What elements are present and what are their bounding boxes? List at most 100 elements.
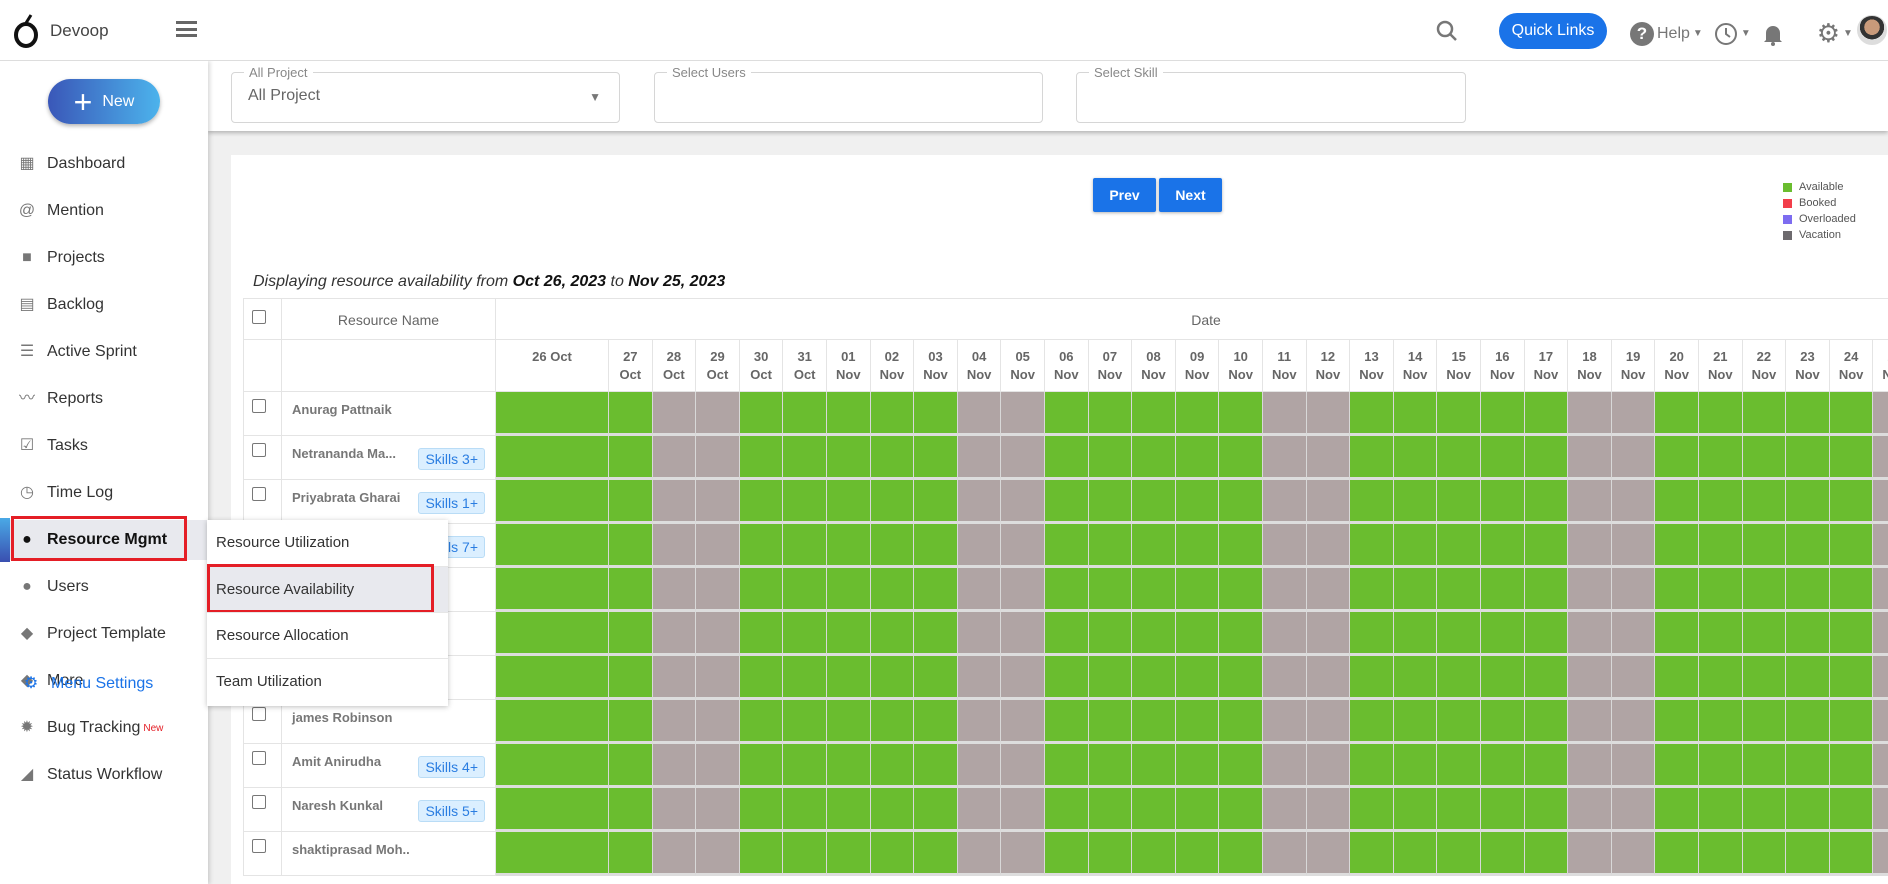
available-cell[interactable] (914, 436, 958, 480)
available-cell[interactable] (1045, 568, 1089, 612)
available-cell[interactable] (1175, 436, 1220, 480)
resource-name[interactable]: Netrananda Ma... (292, 446, 396, 461)
available-cell[interactable] (609, 392, 653, 436)
available-cell[interactable] (1481, 700, 1525, 744)
non-working-cell[interactable] (1263, 700, 1307, 744)
sidebar-item-reports[interactable]: 〰 Reports (0, 379, 208, 419)
available-cell[interactable] (1481, 480, 1525, 524)
menu-settings[interactable]: ⚙ Menu Settings (0, 664, 208, 704)
available-cell[interactable] (739, 568, 784, 612)
available-cell[interactable] (1524, 392, 1569, 436)
submenu-item-resource-utilization[interactable]: Resource Utilization (207, 520, 448, 566)
available-cell[interactable] (496, 744, 609, 788)
available-cell[interactable] (1829, 832, 1874, 876)
available-cell[interactable] (1132, 524, 1176, 568)
non-working-cell[interactable] (696, 612, 740, 656)
available-cell[interactable] (870, 612, 915, 656)
submenu-item-resource-allocation[interactable]: Resource Allocation (207, 612, 448, 658)
available-cell[interactable] (914, 744, 958, 788)
available-cell[interactable] (783, 832, 827, 876)
available-cell[interactable] (1742, 832, 1787, 876)
available-cell[interactable] (1393, 744, 1438, 788)
available-cell[interactable] (1699, 700, 1743, 744)
submenu-item-team-utilization[interactable]: Team Utilization (207, 658, 448, 704)
available-cell[interactable] (1045, 480, 1089, 524)
available-cell[interactable] (739, 436, 784, 480)
available-cell[interactable] (1045, 392, 1089, 436)
available-cell[interactable] (1088, 436, 1133, 480)
available-cell[interactable] (870, 392, 915, 436)
available-cell[interactable] (1786, 656, 1830, 700)
available-cell[interactable] (914, 392, 958, 436)
non-working-cell[interactable] (1263, 656, 1307, 700)
available-cell[interactable] (1350, 568, 1394, 612)
available-cell[interactable] (1088, 612, 1133, 656)
available-cell[interactable] (739, 524, 784, 568)
available-cell[interactable] (1524, 788, 1569, 832)
non-working-cell[interactable] (1873, 832, 1888, 876)
non-working-cell[interactable] (1873, 436, 1888, 480)
available-cell[interactable] (1829, 524, 1874, 568)
available-cell[interactable] (1219, 744, 1263, 788)
available-cell[interactable] (1829, 700, 1874, 744)
sidebar-item-dashboard[interactable]: ▦ Dashboard (0, 144, 208, 184)
available-cell[interactable] (1219, 656, 1263, 700)
row-checkbox[interactable] (252, 751, 266, 765)
available-cell[interactable] (1481, 524, 1525, 568)
available-cell[interactable] (1481, 392, 1525, 436)
available-cell[interactable] (1437, 656, 1481, 700)
available-cell[interactable] (609, 700, 653, 744)
non-working-cell[interactable] (1873, 700, 1888, 744)
available-cell[interactable] (827, 568, 871, 612)
non-working-cell[interactable] (1306, 436, 1351, 480)
available-cell[interactable] (1088, 744, 1133, 788)
available-cell[interactable] (1393, 568, 1438, 612)
available-cell[interactable] (1132, 480, 1176, 524)
help-menu[interactable]: Help (1657, 25, 1690, 43)
skills-badge[interactable]: Skills 5+ (418, 800, 485, 822)
available-cell[interactable] (1786, 480, 1830, 524)
available-cell[interactable] (1655, 832, 1699, 876)
available-cell[interactable] (827, 612, 871, 656)
available-cell[interactable] (1742, 392, 1787, 436)
available-cell[interactable] (1175, 744, 1220, 788)
available-cell[interactable] (827, 788, 871, 832)
row-checkbox[interactable] (252, 399, 266, 413)
available-cell[interactable] (1437, 700, 1481, 744)
non-working-cell[interactable] (1568, 436, 1612, 480)
sidebar-item-users[interactable]: ● Users (0, 567, 208, 607)
available-cell[interactable] (496, 612, 609, 656)
available-cell[interactable] (827, 480, 871, 524)
non-working-cell[interactable] (1611, 656, 1656, 700)
available-cell[interactable] (1045, 832, 1089, 876)
available-cell[interactable] (1437, 392, 1481, 436)
available-cell[interactable] (1655, 436, 1699, 480)
available-cell[interactable] (1175, 700, 1220, 744)
available-cell[interactable] (1219, 612, 1263, 656)
available-cell[interactable] (1829, 480, 1874, 524)
available-cell[interactable] (609, 480, 653, 524)
available-cell[interactable] (1350, 524, 1394, 568)
available-cell[interactable] (1393, 480, 1438, 524)
available-cell[interactable] (783, 568, 827, 612)
available-cell[interactable] (1829, 744, 1874, 788)
row-checkbox[interactable] (252, 443, 266, 457)
non-working-cell[interactable] (1001, 656, 1045, 700)
available-cell[interactable] (1742, 436, 1787, 480)
available-cell[interactable] (1350, 656, 1394, 700)
available-cell[interactable] (1829, 612, 1874, 656)
non-working-cell[interactable] (652, 568, 697, 612)
available-cell[interactable] (1393, 436, 1438, 480)
available-cell[interactable] (1088, 392, 1133, 436)
available-cell[interactable] (739, 656, 784, 700)
available-cell[interactable] (1829, 392, 1874, 436)
non-working-cell[interactable] (652, 612, 697, 656)
non-working-cell[interactable] (1001, 480, 1045, 524)
available-cell[interactable] (1655, 700, 1699, 744)
available-cell[interactable] (496, 788, 609, 832)
available-cell[interactable] (1437, 832, 1481, 876)
non-working-cell[interactable] (1001, 612, 1045, 656)
available-cell[interactable] (1350, 700, 1394, 744)
available-cell[interactable] (914, 788, 958, 832)
non-working-cell[interactable] (696, 524, 740, 568)
